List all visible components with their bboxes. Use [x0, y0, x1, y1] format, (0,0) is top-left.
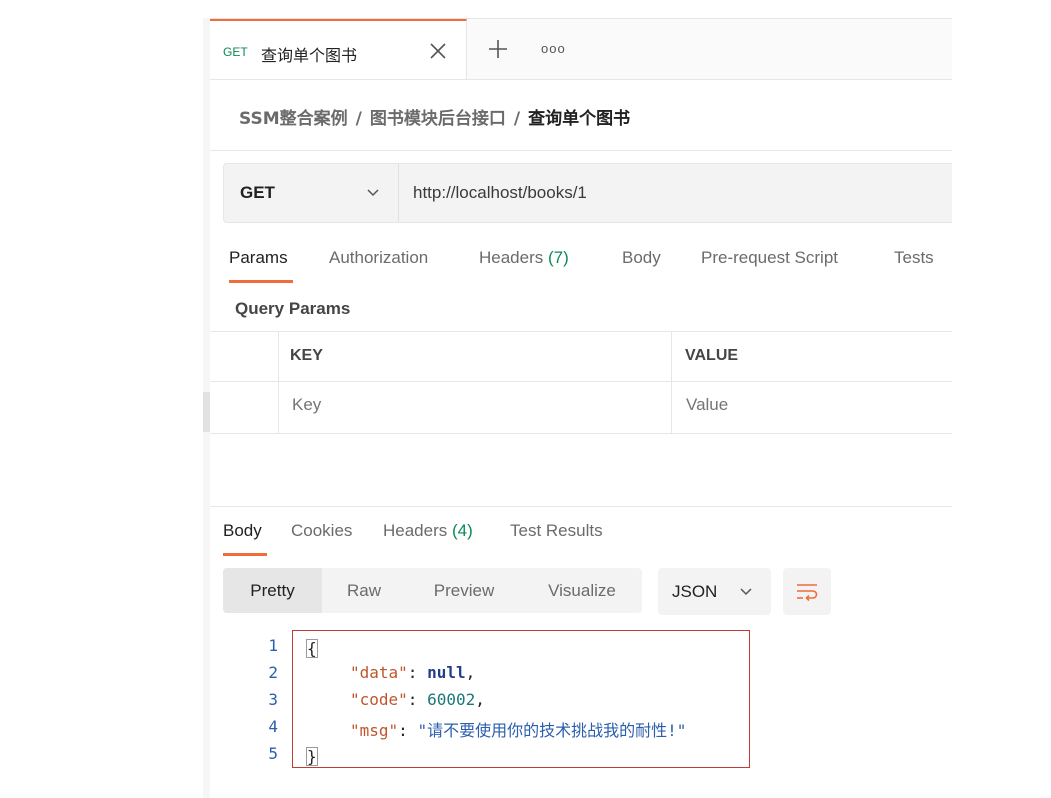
line-number: 3 [268, 690, 278, 709]
divider [210, 150, 952, 151]
breadcrumb-request[interactable]: 查询单个图书 [528, 109, 630, 129]
close-icon[interactable] [427, 40, 449, 62]
more-icon[interactable]: ooo [541, 41, 566, 56]
query-params-title: Query Params [235, 299, 351, 318]
tab-body[interactable]: Body [622, 248, 661, 268]
tab-label: Authorization [329, 248, 429, 267]
sidebar-resize-handle[interactable] [203, 392, 210, 432]
method-select[interactable]: GET [224, 164, 399, 222]
response-tab-cookies[interactable]: Cookies [291, 521, 352, 541]
tab-authorization[interactable]: Authorization [329, 248, 428, 268]
line-number: 2 [268, 663, 278, 682]
table-row-divider [210, 381, 952, 382]
param-value-input[interactable] [686, 395, 952, 415]
plus-icon[interactable] [486, 37, 510, 61]
tab-tests[interactable]: Tests [894, 248, 934, 268]
wrap-lines-icon [797, 584, 818, 602]
query-params-table: KEY VALUE [210, 331, 952, 434]
tab-query-single-book[interactable]: GET 查询单个图书 [210, 19, 467, 79]
response-tab-test-results[interactable]: Test Results [510, 521, 603, 541]
highlight-annotation-box [292, 630, 750, 768]
table-column-divider [671, 332, 672, 433]
tab-label: Pre-request Script [701, 248, 838, 267]
chevron-down-icon [367, 189, 379, 197]
response-tab-body[interactable]: Body [223, 521, 262, 541]
response-tab-headers[interactable]: Headers (4) [383, 521, 473, 541]
format-select[interactable]: JSON [658, 568, 771, 615]
view-preview-button[interactable]: Preview [406, 568, 522, 613]
tab-bar: GET 查询单个图书 ooo [210, 18, 952, 80]
tab-title: 查询单个图书 [261, 46, 358, 65]
view-raw-button[interactable]: Raw [322, 568, 406, 613]
view-pretty-button[interactable]: Pretty [223, 568, 322, 613]
tab-label: Tests [894, 248, 934, 267]
table-column-divider [278, 332, 279, 433]
tab-label: Cookies [291, 521, 353, 540]
breadcrumb-collection[interactable]: SSM整合案例 [239, 109, 348, 129]
tab-headers[interactable]: Headers (7) [479, 248, 569, 268]
url-bar: GET [223, 163, 952, 223]
request-workspace: GET 查询单个图书 ooo SSM整合案例 / 图书模块后台接口 / 查询单个图书 G… [210, 18, 952, 798]
view-visualize-button[interactable]: Visualize [522, 568, 642, 613]
tab-label: Test Results [510, 521, 603, 540]
response-divider[interactable] [210, 506, 952, 507]
column-header-key: KEY [290, 347, 323, 364]
method-label: GET [240, 183, 275, 202]
line-number: 4 [268, 717, 278, 736]
line-number: 5 [268, 744, 278, 763]
tab-label: Headers [383, 521, 448, 540]
tab-label: Body [223, 521, 262, 540]
headers-count: (7) [548, 248, 569, 267]
tab-params[interactable]: Params [229, 248, 288, 268]
format-label: JSON [672, 582, 718, 601]
breadcrumb-folder[interactable]: 图书模块后台接口 [370, 109, 506, 129]
view-mode-switcher: Pretty Raw Preview Visualize [223, 568, 642, 613]
tab-pre-request-script[interactable]: Pre-request Script [701, 248, 838, 268]
tab-label: Params [229, 248, 288, 267]
active-tab-indicator [229, 280, 293, 283]
wrap-lines-button[interactable] [783, 568, 831, 615]
breadcrumb-separator: / [513, 109, 521, 129]
chevron-down-icon [740, 588, 752, 596]
tab-label: Body [622, 248, 661, 267]
breadcrumb: SSM整合案例 / 图书模块后台接口 / 查询单个图书 [239, 104, 630, 129]
response-body-editor[interactable]: 1 { 2 "data": null, 3 "code": 60002, 4 "… [210, 630, 952, 780]
tab-method-badge: GET [223, 45, 248, 59]
param-key-input[interactable] [292, 395, 592, 415]
line-number: 1 [268, 636, 278, 655]
url-input[interactable] [413, 183, 933, 203]
response-headers-count: (4) [452, 521, 473, 540]
column-header-value: VALUE [685, 347, 739, 364]
breadcrumb-separator: / [355, 109, 362, 129]
tab-label: Headers [479, 248, 544, 267]
active-response-tab-indicator [223, 553, 267, 556]
